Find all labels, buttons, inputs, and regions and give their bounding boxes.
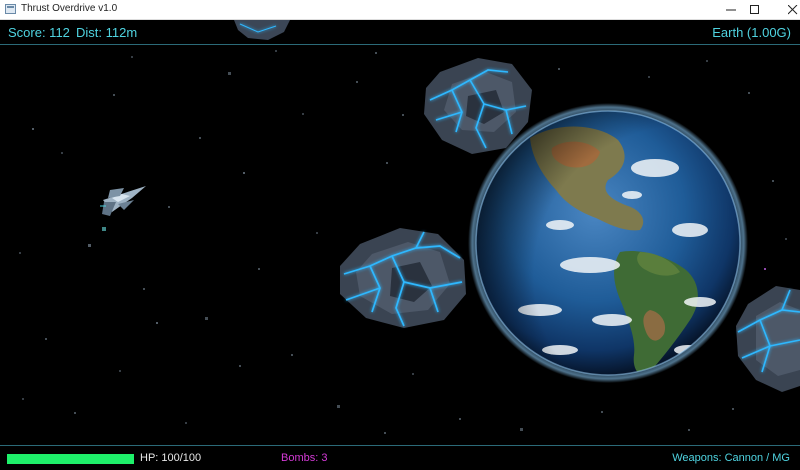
space-scene xyxy=(19,20,800,434)
hp-bar xyxy=(7,454,134,464)
earth-planet xyxy=(468,103,748,383)
planet-gravity-label: Earth (1.00G) xyxy=(712,25,791,40)
window-title: Thrust Overdrive v1.0 xyxy=(21,3,118,14)
distance-readout: Dist: 112m xyxy=(76,25,138,40)
maximize-icon xyxy=(750,5,759,14)
asteroid-right-partial xyxy=(736,286,800,392)
bombs-readout: Bombs: 3 xyxy=(281,452,328,464)
weapons-readout: Weapons: Cannon / MG xyxy=(672,452,790,464)
hud-bottom-bar: HP: 100/100 Bombs: 3 Weapons: Cannon / M… xyxy=(0,445,800,470)
close-button[interactable] xyxy=(770,0,800,20)
game-viewport[interactable]: Score: 112 Dist: 112m Earth (1.00G) HP: … xyxy=(0,20,800,470)
close-icon xyxy=(788,5,798,15)
score-readout: Score: 112 xyxy=(8,25,70,40)
hp-readout: HP: 100/100 xyxy=(140,452,202,464)
title-bar: Thrust Overdrive v1.0 xyxy=(0,0,800,20)
hp-bar-fill xyxy=(7,454,134,464)
hud-top-bar: Score: 112 Dist: 112m Earth (1.00G) xyxy=(0,20,800,45)
player-spaceship xyxy=(100,186,146,216)
app-icon xyxy=(5,4,16,14)
asteroid-middle xyxy=(340,228,466,328)
